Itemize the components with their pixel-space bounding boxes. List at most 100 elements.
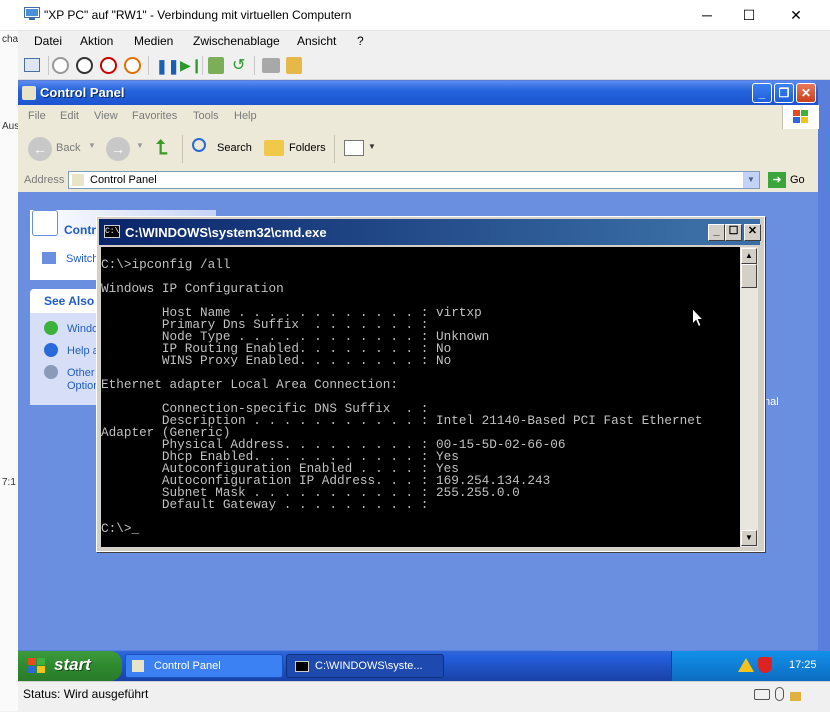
control-panel-icon: [132, 660, 144, 672]
back-dropdown-icon[interactable]: ▼: [88, 141, 96, 150]
mouse-icon: [775, 687, 784, 701]
background-text-fragment: cha: [2, 34, 19, 45]
search-button-label[interactable]: Search: [217, 142, 252, 154]
cmd-icon: C:\: [104, 225, 120, 238]
minimize-button[interactable]: _: [752, 83, 772, 103]
menu-help[interactable]: ?: [357, 34, 364, 48]
back-button-label[interactable]: Back: [56, 142, 80, 154]
close-button[interactable]: ✕: [744, 224, 761, 241]
up-folder-icon[interactable]: ⮤: [156, 137, 168, 160]
scroll-up-icon[interactable]: ▲: [741, 248, 757, 264]
see-also-link[interactable]: Option: [67, 380, 99, 392]
background-text-fragment: 7:1: [2, 477, 16, 488]
cmd-window[interactable]: C:\ C:\WINDOWS\system32\cmd.exe _ ☐ ✕ C:…: [96, 216, 765, 552]
control-panel-title: Control Panel: [40, 85, 125, 100]
maximize-button[interactable]: ☐: [734, 5, 764, 25]
menu-help[interactable]: Help: [234, 110, 257, 122]
forward-arrow-icon[interactable]: →: [106, 137, 130, 161]
menu-edit[interactable]: Edit: [60, 110, 79, 122]
see-also-link[interactable]: Windo: [67, 323, 98, 335]
cmd-icon: [295, 661, 309, 672]
maximize-button[interactable]: ☐: [725, 224, 742, 241]
control-panel-addressbar: Address Control Panel ▼ ➜ Go: [18, 169, 818, 193]
start-vm-icon[interactable]: [52, 57, 69, 74]
host-window-title: "XP PC" auf "RW1" - Verbindung mit virtu…: [44, 8, 352, 22]
address-dropdown-icon[interactable]: ▼: [743, 172, 759, 188]
cmd-titlebar: C:\ C:\WINDOWS\system32\cmd.exe _ ☐ ✕: [99, 219, 761, 245]
folders-button-label[interactable]: Folders: [289, 142, 326, 154]
control-panel-toolbar: ← Back ▼ → ▼ ⮤ Search Folders ▼: [18, 129, 818, 170]
cmd-window-title: C:\WINDOWS\system32\cmd.exe: [125, 225, 327, 240]
task-pane-header: Contr: [64, 223, 96, 237]
ctrl-alt-del-icon[interactable]: [24, 58, 40, 72]
menu-file[interactable]: File: [28, 110, 46, 122]
host-statusbar: Status: Wird ausgeführt: [18, 681, 830, 712]
scroll-thumb[interactable]: [741, 264, 757, 288]
resume-icon[interactable]: ▶❙: [180, 57, 203, 74]
help-icon: [44, 343, 58, 357]
start-button[interactable]: start: [18, 651, 122, 681]
network-icon[interactable]: [262, 58, 280, 73]
pause-icon[interactable]: ❚❚: [156, 58, 179, 75]
menu-view[interactable]: View: [94, 110, 118, 122]
partial-item-label: nal: [764, 396, 779, 408]
go-arrow-icon[interactable]: ➜: [768, 172, 786, 188]
toolbar-separator: [182, 135, 183, 163]
menu-favorites[interactable]: Favorites: [132, 110, 177, 122]
see-also-link[interactable]: Other: [67, 367, 95, 379]
scroll-down-icon[interactable]: ▼: [741, 530, 757, 546]
close-button[interactable]: ✕: [796, 83, 816, 103]
toolbar-separator: [334, 135, 335, 163]
menu-datei[interactable]: Datei: [34, 34, 62, 48]
windows-logo-icon: [782, 105, 819, 129]
address-label: Address: [24, 174, 65, 186]
close-button[interactable]: ✕: [781, 5, 811, 25]
toolbar-separator: [148, 56, 149, 75]
control-panel-icon: [72, 174, 84, 186]
minimize-button[interactable]: _: [708, 224, 725, 241]
back-arrow-icon[interactable]: ←: [28, 137, 52, 161]
menu-aktion[interactable]: Aktion: [80, 34, 113, 48]
menu-tools[interactable]: Tools: [193, 110, 219, 122]
address-field[interactable]: Control Panel ▼: [68, 171, 760, 189]
menu-zwischenablage[interactable]: Zwischenablage: [193, 34, 280, 48]
settings-icon[interactable]: [286, 57, 302, 74]
taskbar-item-label: Control Panel: [154, 660, 221, 672]
menu-ansicht[interactable]: Ansicht: [297, 34, 336, 48]
console-output[interactable]: C:\>ipconfig /all Windows IP Configurati…: [101, 247, 740, 547]
security-shield-icon[interactable]: [758, 657, 772, 673]
taskbar-item-cmd[interactable]: C:\WINDOWS\syste...: [286, 654, 444, 678]
xp-taskbar: start Control Panel C:\WINDOWS\syste... …: [18, 651, 830, 681]
menu-medien[interactable]: Medien: [134, 34, 173, 48]
switch-view-link[interactable]: Switch: [66, 253, 98, 265]
shutdown-icon[interactable]: [100, 57, 117, 74]
folders-icon[interactable]: [264, 140, 284, 156]
save-state-icon[interactable]: [124, 57, 141, 74]
vm-connection-icon: [24, 7, 40, 20]
see-also-link[interactable]: Help a: [67, 345, 99, 357]
restore-button[interactable]: ❐: [774, 83, 794, 103]
turn-off-icon[interactable]: [76, 57, 93, 74]
keyboard-icon: [754, 689, 770, 700]
host-menubar: Datei Aktion Medien Zwischenablage Ansic…: [18, 31, 830, 52]
background-text-fragment: Aus: [2, 121, 20, 132]
snapshot-icon[interactable]: [208, 57, 224, 74]
forward-dropdown-icon[interactable]: ▼: [136, 141, 144, 150]
switch-view-icon: [42, 252, 56, 264]
taskbar-item-label: C:\WINDOWS\syste...: [315, 660, 423, 672]
minimize-button[interactable]: ─: [692, 5, 722, 25]
control-panel-icon: [32, 210, 58, 236]
control-panel-icon: [22, 86, 36, 100]
search-icon[interactable]: [192, 138, 206, 152]
console-text: C:\>ipconfig /all Windows IP Configurati…: [101, 257, 703, 536]
views-icon[interactable]: [344, 140, 364, 156]
control-panel-titlebar: Control Panel _ ❐ ✕: [18, 81, 818, 105]
revert-icon[interactable]: ↺: [232, 55, 245, 75]
views-dropdown-icon[interactable]: ▼: [368, 142, 376, 151]
console-scrollbar[interactable]: ▲ ▼: [740, 247, 758, 547]
taskbar-item-control-panel[interactable]: Control Panel: [125, 654, 283, 678]
warning-icon[interactable]: [738, 658, 754, 672]
go-button-label[interactable]: Go: [790, 174, 805, 186]
toolbar-separator: [202, 56, 203, 75]
background-window-strip: cha Aus 7:1: [0, 31, 20, 711]
